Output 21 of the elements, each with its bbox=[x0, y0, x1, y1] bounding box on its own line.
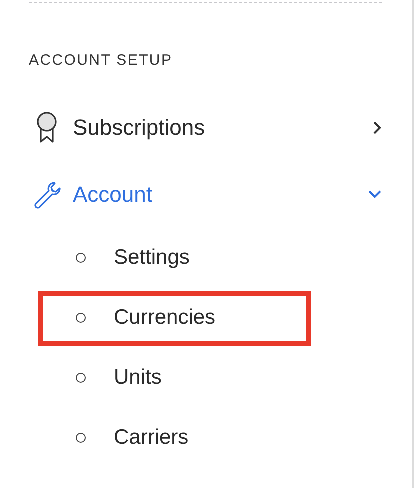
bullet-icon bbox=[76, 253, 86, 263]
sub-nav-label: Currencies bbox=[114, 305, 216, 332]
bullet-icon bbox=[76, 313, 86, 323]
bullet-icon bbox=[76, 433, 86, 443]
wrench-icon bbox=[32, 180, 62, 210]
nav-item-label: Account bbox=[73, 181, 154, 209]
sub-nav-label: Carriers bbox=[114, 425, 189, 452]
chevron-down-icon bbox=[368, 190, 382, 199]
award-ribbon-icon bbox=[36, 112, 58, 144]
nav-item[interactable]: Account bbox=[32, 178, 382, 212]
bullet-icon bbox=[76, 373, 86, 383]
sub-nav-item[interactable]: Carriers bbox=[38, 410, 311, 466]
sub-nav-label: Settings bbox=[114, 245, 190, 272]
sub-nav-label: Units bbox=[114, 365, 162, 392]
sub-nav-item[interactable]: Currencies bbox=[38, 290, 311, 346]
nav-item[interactable]: Subscriptions bbox=[32, 110, 382, 144]
section-heading: ACCOUNT SETUP bbox=[29, 51, 174, 71]
sub-nav-item[interactable]: Settings bbox=[38, 230, 311, 286]
sub-nav-item[interactable]: Units bbox=[38, 350, 311, 406]
chevron-right-icon bbox=[373, 120, 382, 134]
nav-item-label: Subscriptions bbox=[73, 114, 206, 142]
